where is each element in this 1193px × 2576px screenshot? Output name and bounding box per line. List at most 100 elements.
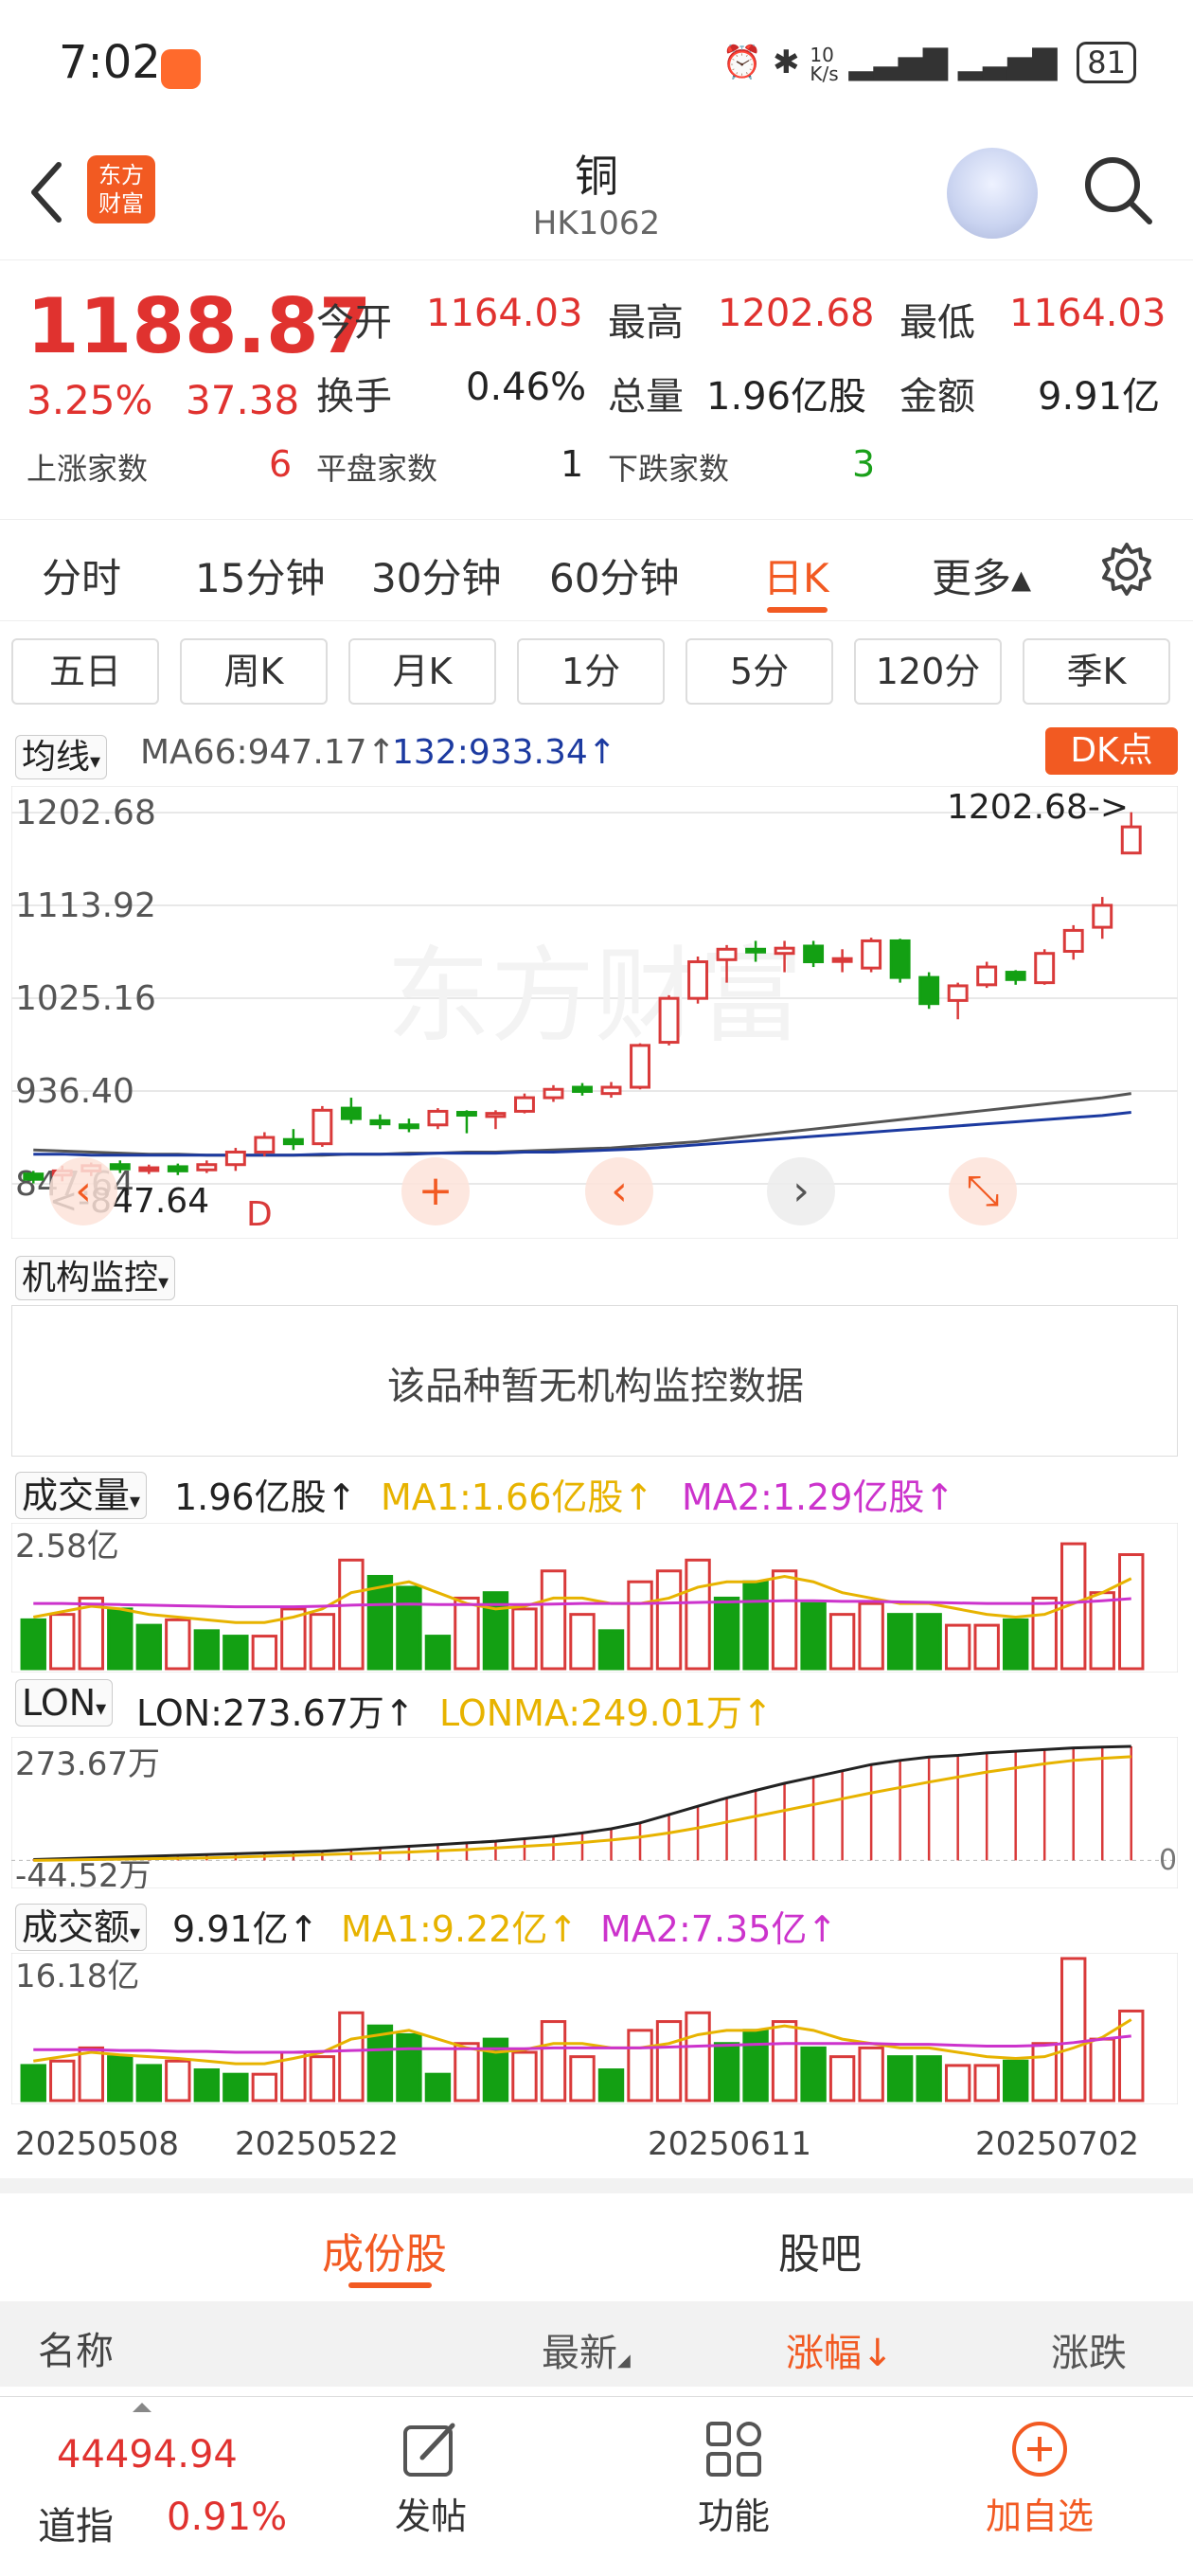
bar [338, 2011, 365, 2102]
y-tick-label: 1202.68 [15, 794, 156, 832]
candle-body [745, 947, 767, 954]
clock: 7:02 [59, 36, 161, 89]
candle-body [282, 1137, 304, 1146]
candle-body [976, 965, 998, 987]
bar [569, 2055, 596, 2102]
bar [1031, 2042, 1058, 2102]
dk-point-button[interactable]: DK点 [1045, 727, 1178, 775]
search-icon[interactable] [1079, 152, 1155, 227]
volume-chart[interactable]: 2.58亿 [11, 1523, 1178, 1673]
volume-label: 总量 [608, 375, 684, 419]
candle-body [687, 960, 709, 1000]
lon-chart[interactable]: 273.67万 -44.52万 0 [11, 1737, 1178, 1888]
bar [1002, 1618, 1029, 1671]
lon-selector[interactable]: LON▾ [15, 1679, 114, 1726]
candle-body [572, 1085, 593, 1093]
candle-body [514, 1096, 535, 1113]
index-value[interactable]: 44494.94 [57, 2433, 238, 2477]
settings-gear-icon[interactable] [1098, 541, 1155, 598]
index-change[interactable]: 0.91% [167, 2496, 287, 2539]
subtab-1min[interactable]: 1分 [517, 638, 665, 705]
col-change[interactable]: 涨跌 [1051, 2322, 1127, 2377]
kline-chart[interactable]: 1202.681113.921025.16936.40847.64东方财富120… [11, 786, 1178, 1239]
amount-value-label: 9.91亿↑ [172, 1908, 319, 1950]
bar [366, 1574, 394, 1671]
tab-30min[interactable]: 30分钟 [371, 546, 501, 604]
amount-label: 金额 [899, 375, 975, 419]
prev-icon[interactable]: ‹ [585, 1157, 653, 1225]
bar [1118, 1553, 1145, 1671]
bar [135, 1623, 163, 1671]
kline-subtabs: 五日 周K 月K 1分 5分 120分 季K [0, 627, 1193, 707]
subtab-weekly[interactable]: 周K [180, 638, 328, 705]
expand-arrow-icon[interactable] [133, 2403, 151, 2412]
x-date-2: 20250522 [235, 2125, 400, 2163]
tab-15min[interactable]: 15分钟 [195, 546, 325, 604]
tab-more[interactable]: 更多▴ [932, 546, 1031, 604]
change-value: 37.38 [186, 377, 300, 423]
assistant-robot-icon[interactable] [947, 148, 1038, 239]
section-tabs: 成份股 股吧 [0, 2195, 1193, 2299]
bar [916, 1613, 942, 1671]
status-icons: ⏰ ✱ 10 K/s ▂▃▅▇ ▂▃▅▇ 81 [722, 42, 1136, 83]
next-icon[interactable]: › [767, 1157, 835, 1225]
fullscreen-icon[interactable]: ⤡ [949, 1157, 1017, 1225]
volume-ma2-label: MA2:1.29亿股↑ [682, 1476, 955, 1518]
bar [338, 1558, 365, 1671]
candle-body [716, 947, 738, 961]
nav-add-watchlist[interactable]: 加自选 [973, 2420, 1106, 2539]
bar [78, 2046, 104, 2102]
tab-intraday[interactable]: 分时 [42, 546, 121, 604]
bar [713, 1596, 740, 1671]
nav-post[interactable]: 发帖 [379, 2420, 483, 2539]
subtab-120min[interactable]: 120分 [854, 638, 1002, 705]
bar [107, 2055, 134, 2102]
tab-daily-k[interactable]: 日K [763, 546, 829, 604]
bar [396, 2032, 422, 2102]
volume-selector[interactable]: 成交量▾ [15, 1466, 148, 1519]
grid-icon [706, 2422, 761, 2477]
up-count-label: 上涨家数 [27, 451, 149, 487]
amount-chart[interactable]: 16.18亿 [11, 1953, 1178, 2104]
bar [454, 2042, 480, 2102]
bar [511, 2050, 538, 2102]
svg-text:‹: ‹ [75, 1167, 92, 1215]
index-name[interactable]: 道指 [38, 2496, 114, 2550]
ma-selector[interactable]: 均线▾ [15, 729, 108, 779]
amount-selector[interactable]: 成交额▾ [15, 1898, 148, 1951]
app-notification-icon [161, 49, 201, 89]
subtab-5day[interactable]: 五日 [11, 638, 159, 705]
x-date-4: 20250702 [975, 2125, 1140, 2163]
tab-forum[interactable]: 股吧 [778, 2220, 862, 2281]
bar [540, 2020, 567, 2102]
tab-constituents[interactable]: 成份股 [322, 2220, 447, 2281]
bar [973, 1623, 1000, 1671]
subtab-quarterly[interactable]: 季K [1023, 638, 1170, 705]
candle-body [23, 1172, 45, 1181]
status-bar: 7:02 ⏰ ✱ 10 K/s ▂▃▅▇ ▂▃▅▇ 81 [0, 0, 1193, 133]
y-tick-label: 1025.16 [15, 979, 156, 1018]
zoom-in-icon[interactable]: + [401, 1157, 470, 1225]
amount-value: 9.91亿 [1038, 375, 1161, 419]
signal-icon-2: ▂▃▅▇ [957, 44, 1058, 81]
signal-icon: ▂▃▅▇ [848, 44, 949, 81]
scroll-left-icon[interactable]: ‹ [49, 1157, 117, 1225]
subtab-monthly[interactable]: 月K [348, 638, 496, 705]
col-latest[interactable]: 最新◢ [542, 2322, 631, 2377]
candle-body [1062, 928, 1084, 953]
nav-functions[interactable]: 功能 [682, 2420, 786, 2539]
quote-block: 1188.87 3.25% 37.38 今开 1164.03 最高 1202.6… [0, 263, 1193, 514]
bar [1089, 2037, 1115, 2102]
svg-text:+: + [418, 1167, 454, 1215]
inst-monitor-selector[interactable]: 机构监控▾ [15, 1250, 176, 1300]
tab-60min[interactable]: 60分钟 [549, 546, 679, 604]
candle-body [630, 1044, 650, 1089]
bar [424, 2072, 452, 2102]
col-change-pct[interactable]: 涨幅↓ [786, 2322, 894, 2377]
candle-body [918, 975, 940, 1006]
bar [223, 1635, 249, 1671]
bar [20, 1618, 46, 1671]
bar [828, 2055, 856, 2102]
candle-body [947, 984, 969, 1002]
subtab-5min[interactable]: 5分 [686, 638, 833, 705]
